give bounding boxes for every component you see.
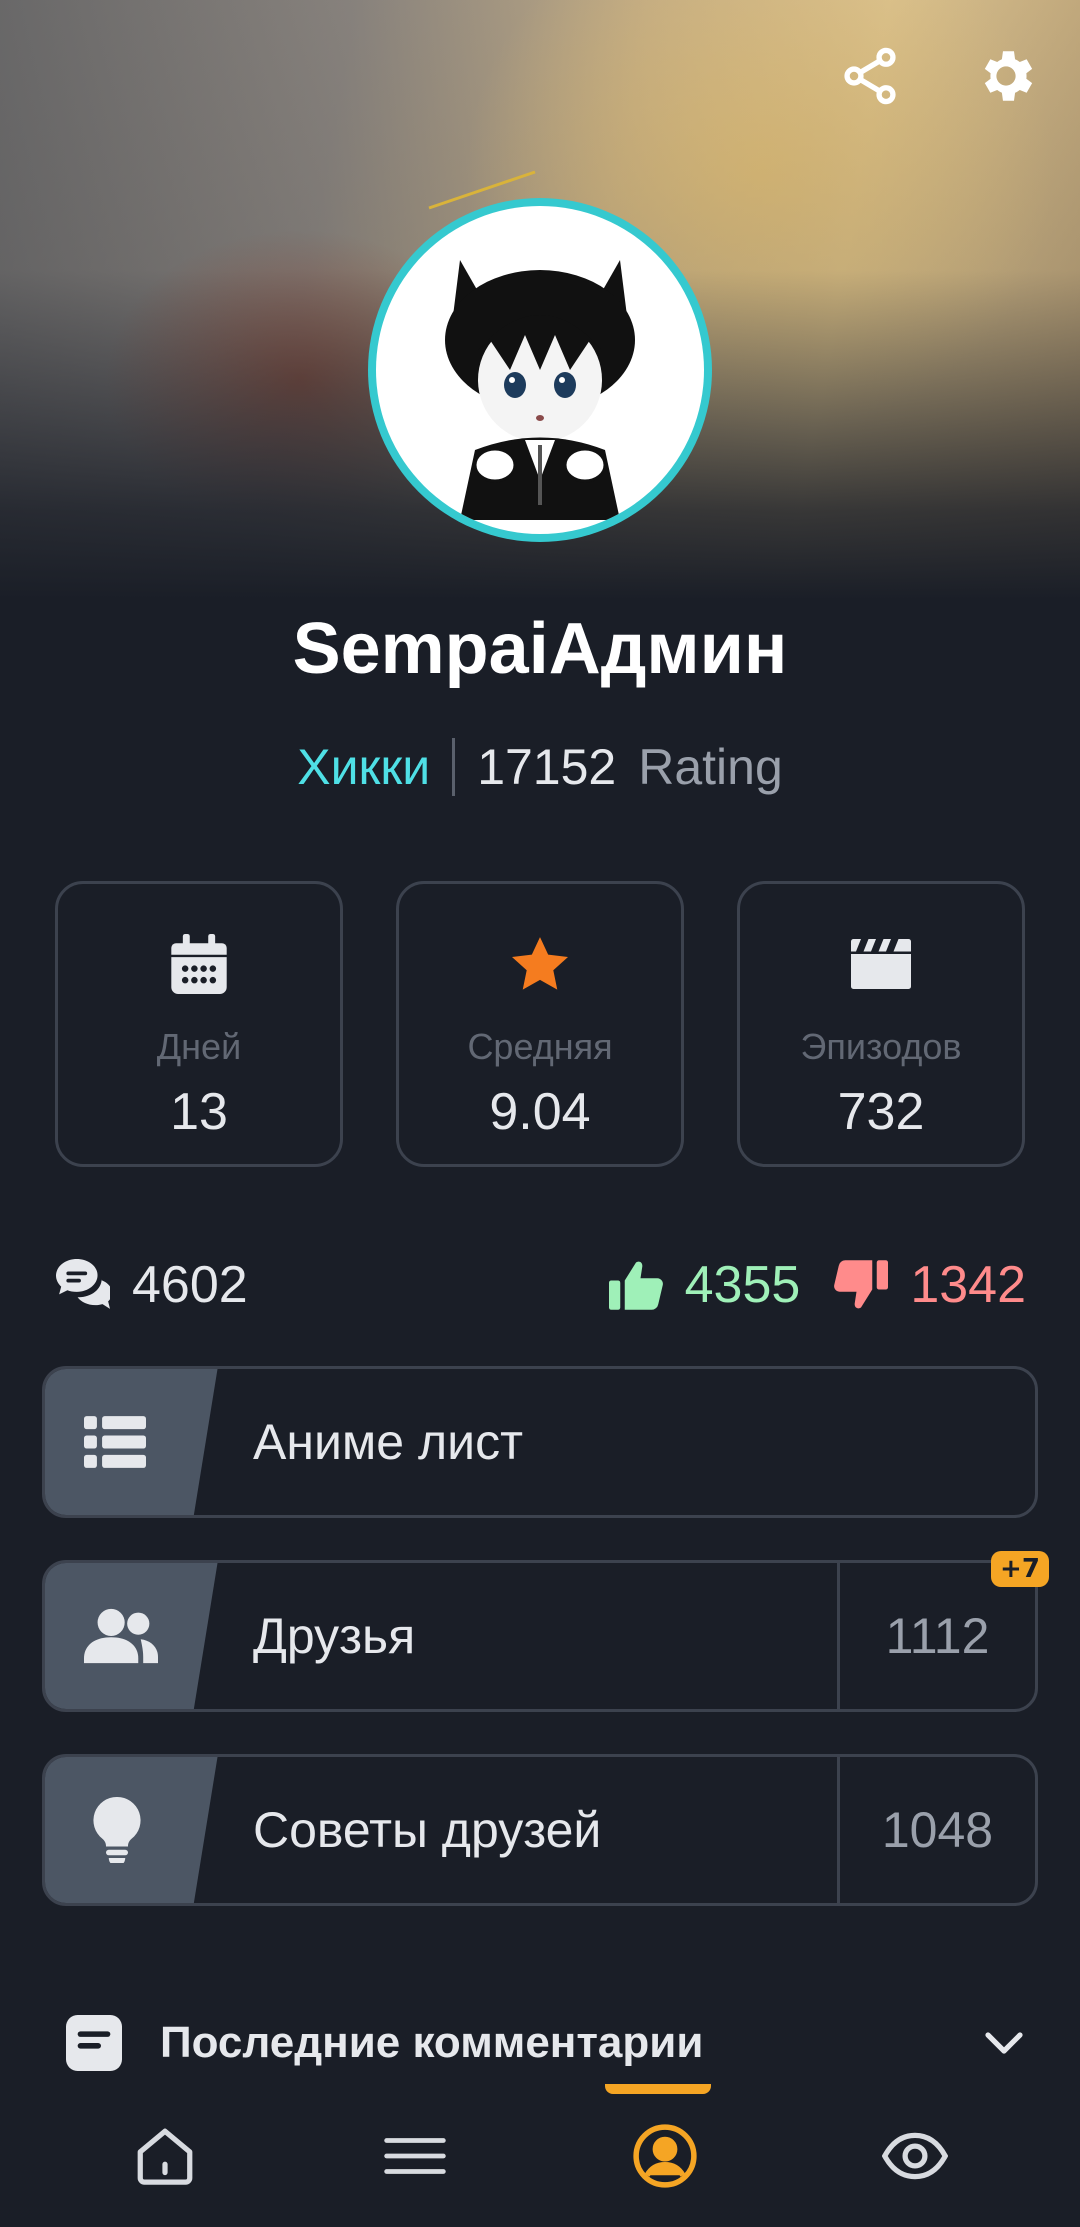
- friends-button[interactable]: Друзья 1112: [42, 1560, 1038, 1712]
- dislikes-count[interactable]: 1342: [834, 1255, 1026, 1315]
- thumbs-down-icon: [834, 1260, 889, 1309]
- clapperboard-icon: [851, 939, 911, 989]
- share-icon: [844, 47, 896, 105]
- settings-button[interactable]: [966, 36, 1046, 116]
- comments-value: 4602: [132, 1256, 248, 1314]
- menu-icon-block: [45, 1563, 218, 1709]
- rank-divider: [452, 738, 456, 796]
- avatar-image: [376, 206, 704, 534]
- stat-value: 732: [837, 1083, 925, 1141]
- dislikes-value: 1342: [910, 1256, 1026, 1314]
- stat-card-episodes: Эпизодов 732: [737, 881, 1025, 1167]
- stat-value: 13: [170, 1083, 228, 1141]
- comments-count[interactable]: 4602: [56, 1255, 248, 1315]
- chevron-down-icon[interactable]: [982, 2029, 1026, 2057]
- menu-icon-block: [45, 1757, 218, 1903]
- menu-icon-block: [45, 1369, 218, 1515]
- bottom-navigation: [0, 2084, 1080, 2227]
- profile-icon: [633, 2123, 697, 2188]
- rating-label: Rating: [638, 739, 783, 795]
- share-button[interactable]: [830, 36, 910, 116]
- nav-menu[interactable]: [355, 2096, 475, 2216]
- home-icon: [137, 2128, 193, 2185]
- friends-new-badge: +7: [991, 1551, 1049, 1587]
- avatar[interactable]: [368, 198, 712, 542]
- comments-icon: [56, 1259, 110, 1309]
- stat-label: Дней: [156, 1026, 242, 1067]
- nav-watching[interactable]: [855, 2096, 975, 2216]
- comment-note-icon: [66, 2015, 122, 2071]
- rank-title[interactable]: Хикки: [297, 738, 430, 796]
- nav-profile[interactable]: [605, 2096, 725, 2216]
- recommendations-label: Советы друзей: [253, 1802, 602, 1858]
- stat-label: Средняя: [467, 1026, 613, 1067]
- likes-count[interactable]: 4355: [608, 1255, 801, 1315]
- rank-line: Хикки 17152 Rating: [0, 738, 1080, 796]
- stat-card-days: Дней 13: [55, 881, 343, 1167]
- gear-icon: [984, 51, 1033, 101]
- anime-list-label: Аниме лист: [253, 1414, 523, 1470]
- calendar-icon: [171, 934, 227, 994]
- latest-comments-header[interactable]: Последние комментарии: [66, 2008, 1026, 2078]
- active-tab-indicator: [605, 2084, 711, 2094]
- likes-value: 4355: [684, 1256, 801, 1314]
- stat-value: 9.04: [489, 1083, 591, 1141]
- nav-home[interactable]: [105, 2096, 225, 2216]
- menu-icon: [384, 2137, 446, 2174]
- anime-list-button[interactable]: Аниме лист: [42, 1366, 1038, 1518]
- recommendations-count: 1048: [837, 1757, 1035, 1903]
- lightbulb-icon: [93, 1797, 141, 1863]
- thumbs-up-icon: [608, 1261, 663, 1310]
- stat-card-average: Средняя 9.04: [396, 881, 684, 1167]
- activity-metrics: 4602 4355 1342: [56, 1250, 1026, 1320]
- list-icon: [84, 1416, 146, 1468]
- eye-icon: [882, 2132, 948, 2179]
- friends-label: Друзья: [253, 1608, 416, 1664]
- section-title: Последние комментарии: [160, 2018, 704, 2067]
- rating-value: 17152: [477, 739, 617, 795]
- stat-label: Эпизодов: [800, 1026, 962, 1067]
- friend-recommendations-button[interactable]: Советы друзей 1048: [42, 1754, 1038, 1906]
- username: SempaiАдмин: [292, 609, 788, 689]
- users-icon: [84, 1608, 158, 1664]
- star-icon: [512, 937, 568, 990]
